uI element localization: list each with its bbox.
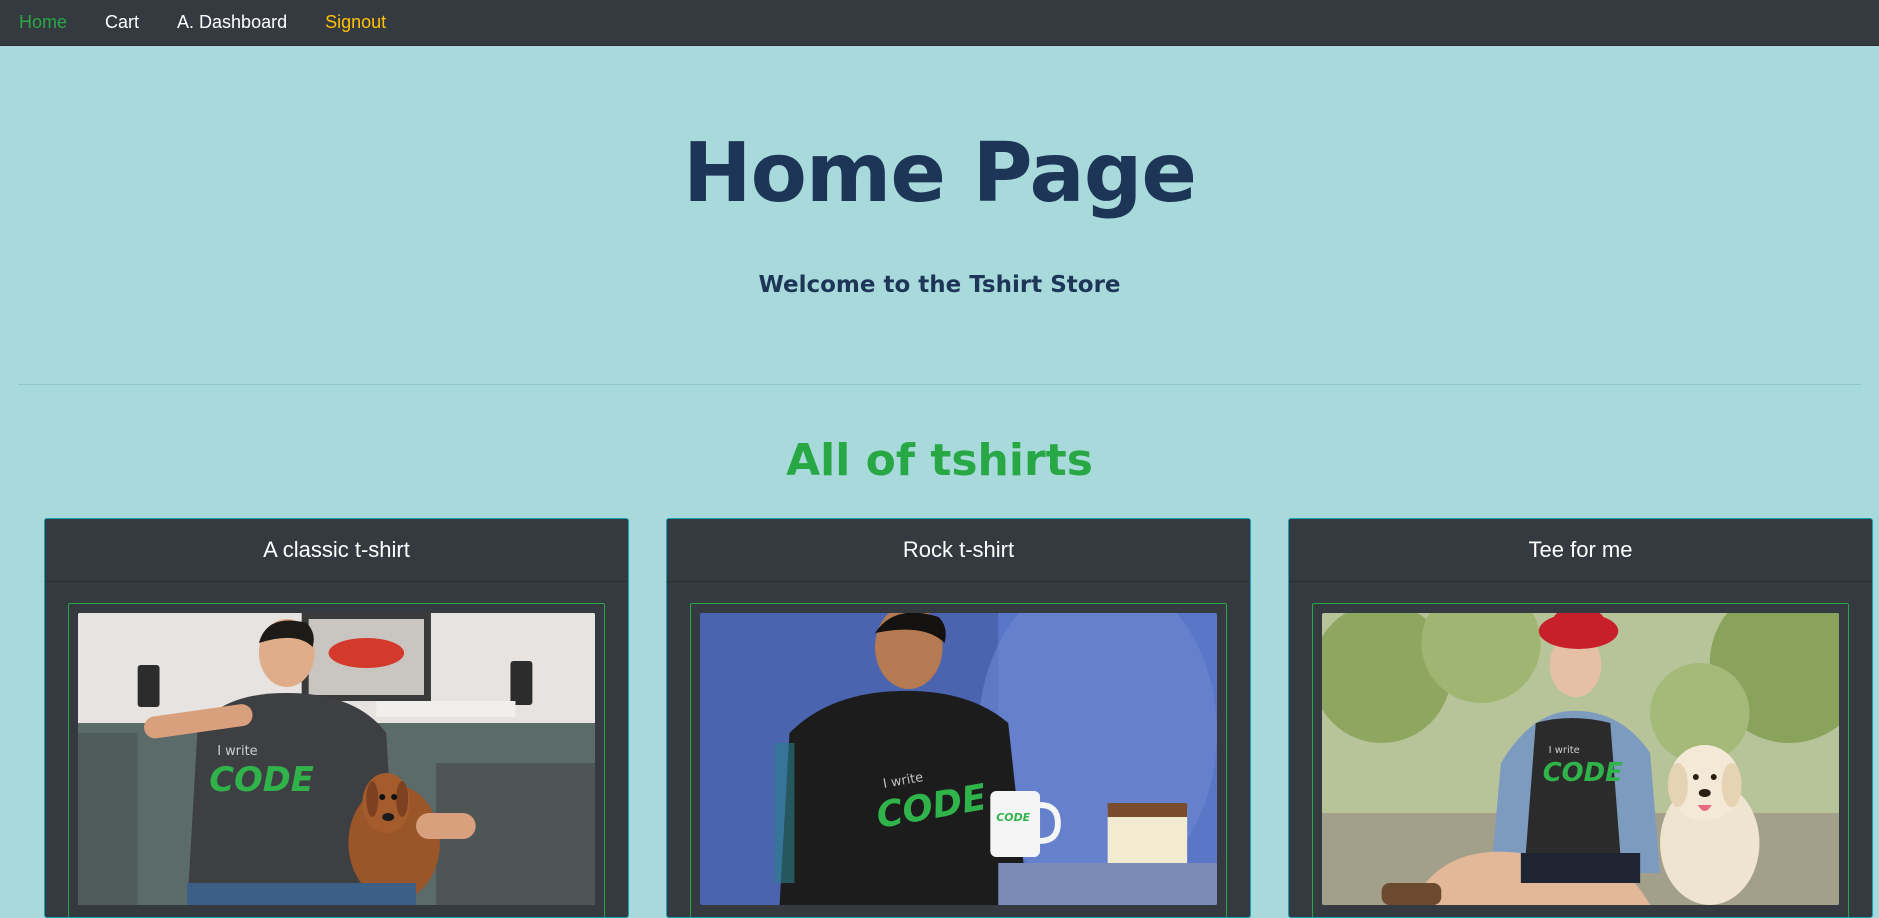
product-card-title: Rock t-shirt <box>667 519 1250 582</box>
nav-admin-dashboard-link[interactable]: A. Dashboard <box>177 12 287 33</box>
product-card: Rock t-shirt I write CODE CODE <box>666 518 1251 918</box>
product-card-title: Tee for me <box>1289 519 1872 582</box>
products-heading: All of tshirts <box>786 435 1093 486</box>
section-divider <box>18 384 1861 385</box>
product-card: A classic t-shirt I write CODE <box>44 518 629 918</box>
product-image: I write CODE <box>78 613 595 905</box>
svg-text:CODE: CODE <box>209 760 314 799</box>
nav-cart-link[interactable]: Cart <box>105 12 139 33</box>
product-card-title: A classic t-shirt <box>45 519 628 582</box>
product-image: I write CODE CODE <box>700 613 1217 905</box>
product-image-frame: I write CODE <box>1312 603 1849 917</box>
nav-signout-link[interactable]: Signout <box>325 12 386 33</box>
svg-text:CODE: CODE <box>996 811 1030 824</box>
hero-section: Home Page Welcome to the Tshirt Store <box>0 46 1879 384</box>
product-image-frame: I write CODE <box>68 603 605 917</box>
svg-text:I write: I write <box>1549 745 1580 756</box>
product-card: Tee for me I write CODE <box>1288 518 1873 918</box>
svg-text:I write: I write <box>217 744 257 759</box>
product-image-frame: I write CODE CODE <box>690 603 1227 917</box>
nav-home-link[interactable]: Home <box>19 12 67 33</box>
page-subtitle: Welcome to the Tshirt Store <box>758 272 1121 298</box>
page-title: Home Page <box>682 126 1197 221</box>
product-image: I write CODE <box>1322 613 1839 905</box>
svg-text:CODE: CODE <box>1543 758 1623 788</box>
product-card-list: A classic t-shirt I write CODE Rock t-sh… <box>0 518 1879 918</box>
top-navbar: Home Cart A. Dashboard Signout <box>0 0 1879 46</box>
